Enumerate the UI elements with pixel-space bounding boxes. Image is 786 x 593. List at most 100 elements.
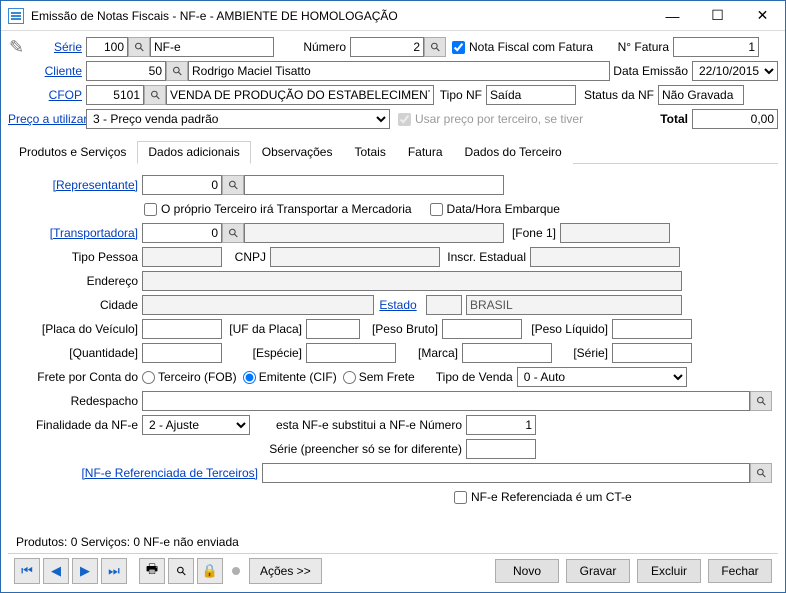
tipovenda-select[interactable]: 0 - Auto [517, 367, 687, 387]
cfop-lookup[interactable]: ⚲ [144, 85, 166, 105]
toolbar: ⏮ ◀ ▶ ⏭ 🖶 ⚲ 🔒 Ações >> Novo Gravar Exclu… [8, 553, 778, 587]
transportadora-lookup[interactable]: ⚲ [222, 223, 244, 243]
serie2-input[interactable] [612, 343, 692, 363]
tipovenda-label: Tipo de Venda [421, 370, 517, 384]
usar-preco-terc-checkbox: Usar preço por terceiro, se tiver [398, 112, 583, 126]
cfop-desc-input[interactable] [166, 85, 434, 105]
finalidade-select[interactable]: 2 - Ajuste [142, 415, 250, 435]
marca-input[interactable] [462, 343, 552, 363]
preco-select[interactable]: 3 - Preço venda padrão [86, 109, 390, 129]
tipo-pessoa-input [142, 247, 222, 267]
cnpj-label: CNPJ [222, 250, 270, 264]
frete-terceiro-radio[interactable]: Terceiro (FOB) [142, 370, 237, 384]
minimize-button[interactable]: — [650, 1, 695, 30]
ie-label: Inscr. Estadual [440, 250, 530, 264]
nfe-ref-link[interactable]: [NF-e Referenciada de Terceiros] [14, 466, 262, 480]
representante-input[interactable] [142, 175, 222, 195]
fone1-label: [Fone 1] [504, 226, 560, 240]
ufplaca-input[interactable] [306, 319, 360, 339]
titlebar: Emissão de Notas Fiscais - NF-e - AMBIEN… [1, 1, 785, 31]
substitui-input[interactable] [466, 415, 536, 435]
pesobruto-input[interactable] [442, 319, 522, 339]
representante-lookup[interactable]: ⚲ [222, 175, 244, 195]
nfatura-input[interactable] [673, 37, 759, 57]
cnpj-input [270, 247, 440, 267]
tab-observacoes[interactable]: Observações [251, 141, 344, 164]
quantidade-input[interactable] [142, 343, 222, 363]
especie-input[interactable] [306, 343, 396, 363]
tabs: Produtos e Serviços Dados adicionais Obs… [8, 140, 778, 164]
cliente-nome-input[interactable] [188, 61, 610, 81]
quantidade-label: [Quantidade] [14, 346, 142, 360]
maximize-button[interactable]: ☐ [695, 1, 740, 30]
preview-icon[interactable]: ⚲ [168, 558, 194, 584]
representante-link[interactable]: [Representante] [14, 178, 142, 192]
pesobruto-label: [Peso Bruto] [360, 322, 442, 336]
numero-input[interactable] [350, 37, 424, 57]
fechar-button[interactable]: Fechar [708, 559, 772, 583]
print-icon[interactable]: 🖶 [139, 558, 165, 584]
serie-lookup[interactable]: ⚲ [128, 37, 150, 57]
pesoliq-label: [Peso Líquido] [522, 322, 612, 336]
pesoliq-input[interactable] [612, 319, 692, 339]
serie-desc-input[interactable] [150, 37, 274, 57]
frete-emitente-radio[interactable]: Emitente (CIF) [243, 370, 337, 384]
excluir-button[interactable]: Excluir [637, 559, 701, 583]
client-area: ✎ Série ⚲ Número ⚲ Nota Fiscal com Fatur… [1, 31, 785, 592]
cfop-input[interactable] [86, 85, 144, 105]
tiponf-input[interactable] [486, 85, 576, 105]
gravar-button[interactable]: Gravar [566, 559, 630, 583]
cliente-lookup[interactable]: ⚲ [166, 61, 188, 81]
numero-label: Número [274, 40, 350, 54]
nfe-ref-input[interactable] [262, 463, 750, 483]
numero-lookup[interactable]: ⚲ [424, 37, 446, 57]
tab-dados-terceiro[interactable]: Dados do Terceiro [454, 141, 573, 164]
cfop-link[interactable]: CFOP [42, 88, 86, 102]
total-input [692, 109, 778, 129]
serie-link[interactable]: Série [42, 40, 86, 54]
nfe-cte-checkbox[interactable]: NF-e Referenciada é um CT-e [454, 490, 632, 504]
data-emb-checkbox[interactable]: Data/Hora Embarque [430, 202, 560, 216]
status-input [658, 85, 744, 105]
lock-icon[interactable]: 🔒 [197, 558, 223, 584]
last-button[interactable]: ⏭ [101, 558, 127, 584]
redespacho-lookup[interactable]: ⚲ [750, 391, 772, 411]
status-label: Status da NF [576, 88, 658, 102]
representante-nome-input[interactable] [244, 175, 504, 195]
next-button[interactable]: ▶ [72, 558, 98, 584]
transportadora-input[interactable] [142, 223, 222, 243]
preco-link[interactable]: Preço a utilizar [8, 112, 86, 126]
ie-input [530, 247, 680, 267]
cliente-input[interactable] [86, 61, 166, 81]
tab-dados-adicionais[interactable]: Dados adicionais [137, 141, 250, 164]
tipo-pessoa-label: Tipo Pessoa [14, 250, 142, 264]
serie3-input[interactable] [466, 439, 536, 459]
data-emissao-label: Data Emissão [610, 64, 692, 78]
close-button[interactable]: ✕ [740, 1, 785, 30]
cliente-link[interactable]: Cliente [42, 64, 86, 78]
nfe-ref-lookup[interactable]: ⚲ [750, 463, 772, 483]
proprio-terceiro-checkbox[interactable]: O próprio Terceiro irá Transportar a Mer… [144, 202, 412, 216]
nf-fatura-box[interactable] [452, 41, 465, 54]
placa-input[interactable] [142, 319, 222, 339]
tiponf-label: Tipo NF [434, 88, 486, 102]
data-emissao-select[interactable]: 22/10/2015 [692, 61, 778, 81]
tab-fatura[interactable]: Fatura [397, 141, 454, 164]
transportadora-link[interactable]: [Transportadora] [14, 226, 142, 240]
nfatura-label: N° Fatura [607, 40, 673, 54]
frete-label: Frete por Conta do [14, 370, 142, 384]
usar-preco-terc-box [398, 113, 411, 126]
tab-totais[interactable]: Totais [343, 141, 396, 164]
prev-button[interactable]: ◀ [43, 558, 69, 584]
redespacho-input[interactable] [142, 391, 750, 411]
especie-label: [Espécie] [222, 346, 306, 360]
frete-sem-radio[interactable]: Sem Frete [343, 370, 415, 384]
nf-fatura-checkbox[interactable]: Nota Fiscal com Fatura [452, 40, 593, 54]
first-button[interactable]: ⏮ [14, 558, 40, 584]
serie-input[interactable] [86, 37, 128, 57]
tab-produtos[interactable]: Produtos e Serviços [8, 141, 137, 164]
novo-button[interactable]: Novo [495, 559, 559, 583]
estado-link[interactable]: Estado [374, 298, 426, 312]
acoes-button[interactable]: Ações >> [249, 558, 322, 584]
transportadora-nome [244, 223, 504, 243]
